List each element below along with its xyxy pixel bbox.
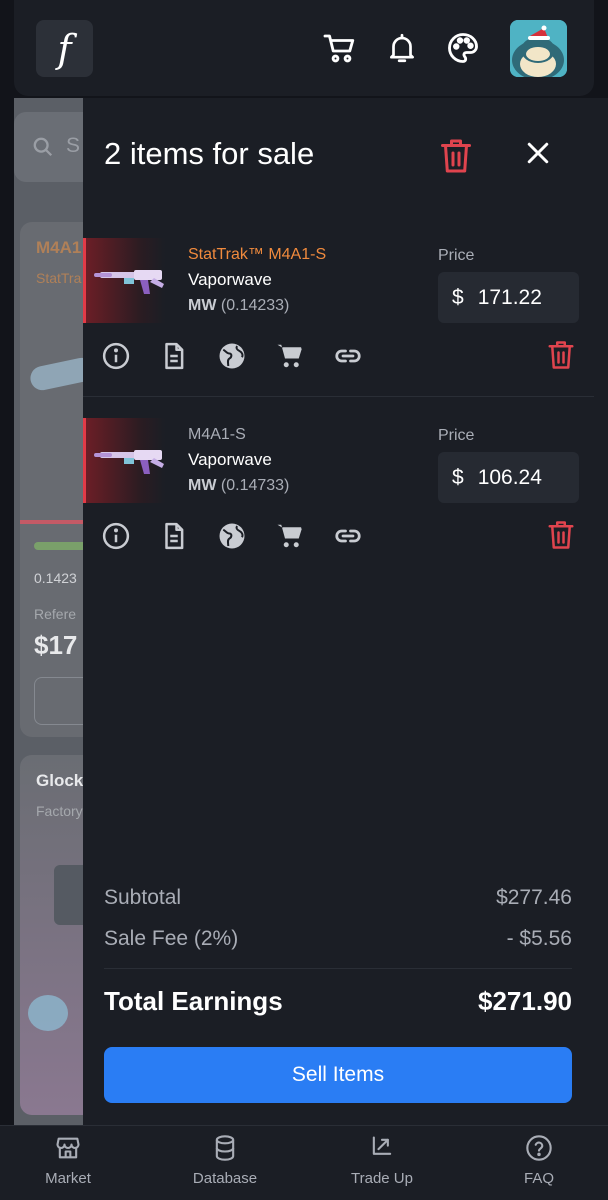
summary-divider xyxy=(104,968,572,969)
nav-item-faq[interactable]: FAQ xyxy=(484,1134,594,1187)
bell-icon[interactable] xyxy=(382,26,422,70)
item-type: StatTrak™ M4A1-S xyxy=(188,246,327,263)
bg-card-subtitle: StatTra xyxy=(36,270,82,286)
rifle-icon xyxy=(94,450,164,474)
subtotal-value: $277.46 xyxy=(496,886,572,909)
link-icon[interactable] xyxy=(333,341,363,371)
user-avatar[interactable] xyxy=(510,20,567,77)
nav-label: Database xyxy=(192,1170,258,1187)
wear-grade: MW xyxy=(188,297,217,314)
info-icon[interactable] xyxy=(101,341,131,371)
bottom-navigation: Market Database Trade Up FAQ xyxy=(0,1125,608,1200)
rifle-icon xyxy=(94,270,164,294)
drawer-title: 2 items for sale xyxy=(104,136,315,171)
item-wear: MW (0.14233) xyxy=(188,297,289,315)
total-label: Total Earnings xyxy=(104,986,283,1016)
help-icon xyxy=(526,1135,552,1161)
bg-price: $17 xyxy=(34,630,78,660)
wear-grade: MW xyxy=(188,477,217,494)
nav-item-market[interactable]: Market xyxy=(13,1134,123,1187)
nav-label: Trade Up xyxy=(351,1170,413,1187)
sale-item: StatTrak™ M4A1-S Vaporwave MW (0.14233) … xyxy=(83,238,594,398)
bg-card-subtitle: Factory xyxy=(36,803,83,819)
bg-card-title: M4A1 xyxy=(36,238,82,257)
globe-icon[interactable] xyxy=(217,341,247,371)
store-icon xyxy=(56,1137,80,1159)
item-thumbnail[interactable] xyxy=(83,238,165,323)
nav-label: Market xyxy=(45,1170,91,1187)
subtotal-row: Subtotal $277.46 xyxy=(104,886,572,910)
price-value: 106.24 xyxy=(477,465,542,489)
info-icon[interactable] xyxy=(101,521,131,551)
item-wear: MW (0.14733) xyxy=(188,477,289,495)
cart-icon[interactable] xyxy=(275,521,305,551)
database-icon xyxy=(215,1135,235,1161)
bg-float-value: 0.1423 xyxy=(34,570,77,586)
top-header xyxy=(14,0,594,96)
bg-sticker xyxy=(28,995,68,1031)
price-input[interactable]: $106.24 xyxy=(438,452,579,503)
subtotal-label: Subtotal xyxy=(104,886,182,909)
nav-item-trade-up[interactable]: Trade Up xyxy=(327,1134,437,1187)
trash-icon[interactable] xyxy=(438,136,474,176)
globe-icon[interactable] xyxy=(217,521,247,551)
item-name: Vaporwave xyxy=(188,450,272,469)
price-value: 171.22 xyxy=(477,285,542,309)
search-icon xyxy=(33,137,53,157)
float-value: (0.14733) xyxy=(220,477,290,494)
bg-card-title: Glock xyxy=(36,771,84,790)
fee-label: Sale Fee (2%) xyxy=(104,927,239,950)
nav-item-database[interactable]: Database xyxy=(170,1134,280,1187)
document-icon[interactable] xyxy=(159,341,189,371)
total-row: Total Earnings $271.90 xyxy=(104,986,572,1017)
trade-up-icon xyxy=(372,1136,392,1155)
item-type: M4A1-S xyxy=(188,426,246,443)
price-label: Price xyxy=(438,247,475,264)
currency-symbol: $ xyxy=(452,285,464,309)
float-value: (0.14233) xyxy=(220,297,290,314)
remove-item-icon[interactable] xyxy=(546,338,576,372)
search-fragment: S xyxy=(66,134,81,157)
app-logo[interactable]: f xyxy=(36,20,93,77)
currency-symbol: $ xyxy=(452,465,464,489)
item-divider xyxy=(83,396,594,397)
fee-value: - $5.56 xyxy=(506,927,572,950)
total-value: $271.90 xyxy=(478,986,572,1016)
palette-icon[interactable] xyxy=(443,26,483,70)
cart-icon[interactable] xyxy=(275,341,305,371)
background-search-bar: S xyxy=(14,112,94,182)
close-icon[interactable] xyxy=(523,138,553,168)
fee-row: Sale Fee (2%) - $5.56 xyxy=(104,927,572,951)
item-thumbnail[interactable] xyxy=(83,418,165,503)
bg-ref-label: Refere xyxy=(34,606,77,622)
price-label: Price xyxy=(438,427,475,444)
price-input[interactable]: $171.22 xyxy=(438,272,579,323)
sell-items-button[interactable]: Sell Items xyxy=(104,1047,572,1103)
nav-label: FAQ xyxy=(523,1170,554,1187)
document-icon[interactable] xyxy=(159,521,189,551)
cart-icon[interactable] xyxy=(320,26,360,70)
link-icon[interactable] xyxy=(333,521,363,551)
sale-item: M4A1-S Vaporwave MW (0.14733) Price $106… xyxy=(83,418,594,578)
item-name: Vaporwave xyxy=(188,270,272,289)
sell-drawer: 2 items for sale StatTrak™ M4A1-S Vaporw… xyxy=(83,98,608,1125)
remove-item-icon[interactable] xyxy=(546,518,576,552)
